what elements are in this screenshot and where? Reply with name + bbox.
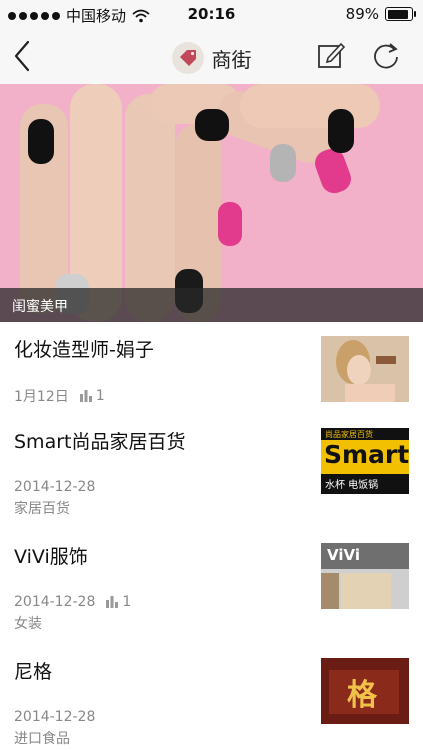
item-meta: 2014-12-28 (14, 709, 95, 725)
bar-chart-icon (79, 390, 92, 402)
thumb-brand-text: Smart (324, 440, 409, 469)
item-thumbnail: 尚品家居百货 Smart 水杯 电饭锅 (321, 428, 409, 494)
hero-caption-bar: 闺蜜美甲 (0, 288, 423, 322)
hero-image (0, 84, 423, 322)
item-meta: 2014-12-28 1 (14, 594, 131, 610)
refresh-button[interactable] (370, 40, 402, 72)
item-date: 2014-12-28 (14, 594, 96, 610)
item-category: 进口食品 (14, 731, 70, 747)
item-views: 1 (79, 388, 105, 404)
item-title: ViVi服饰 (14, 546, 88, 568)
item-date: 2014-12-28 (14, 479, 96, 495)
battery-percent: 89% (345, 5, 379, 23)
battery-group: 89% (345, 5, 416, 23)
item-meta: 2014-12-28 (14, 479, 95, 495)
item-category: 女装 (14, 616, 42, 632)
thumb-brand-text: ViVi (327, 546, 360, 564)
thumb-header-text: 尚品家居百货 (325, 430, 373, 439)
hero-banner[interactable]: 闺蜜美甲 (0, 84, 423, 322)
item-view-count: 1 (95, 388, 105, 404)
nav-title-group: 商街 (0, 42, 423, 74)
page-title: 商街 (211, 47, 252, 72)
item-title: 尼格 (14, 661, 53, 683)
list-item[interactable]: 化妆造型师-娟子 1月12日 1 (0, 322, 423, 415)
item-thumbnail (321, 336, 409, 402)
item-title: Smart尚品家居百货 (14, 431, 186, 453)
hero-caption: 闺蜜美甲 (12, 299, 68, 315)
battery-icon (385, 7, 416, 21)
navigation-bar: 商街 (0, 28, 423, 85)
thumb-brand-text: 格 (347, 678, 377, 713)
item-category: 家居百货 (14, 501, 70, 517)
item-title: 化妆造型师-娟子 (14, 339, 154, 361)
list-item[interactable]: 尼格 2014-12-28 进口食品 格 (0, 644, 423, 750)
item-thumbnail: ViVi (321, 543, 409, 609)
list-item[interactable]: ViVi服饰 2014-12-28 1 女装 ViVi (0, 529, 423, 645)
item-date: 1月12日 (14, 389, 69, 405)
status-bar: 中国移动 20:16 89% (0, 0, 423, 28)
edit-button[interactable] (316, 40, 346, 70)
item-date: 2014-12-28 (14, 709, 96, 725)
tag-icon (171, 42, 204, 74)
item-views: 1 (105, 594, 131, 610)
item-view-count: 1 (122, 594, 132, 610)
thumb-sub-text: 水杯 电饭锅 (325, 480, 379, 491)
item-thumbnail: 格 (321, 658, 409, 724)
item-meta: 1月12日 1 (14, 386, 105, 406)
list-item[interactable]: Smart尚品家居百货 2014-12-28 家居百货 尚品家居百货 Smart… (0, 414, 423, 530)
bar-chart-icon (106, 596, 119, 608)
